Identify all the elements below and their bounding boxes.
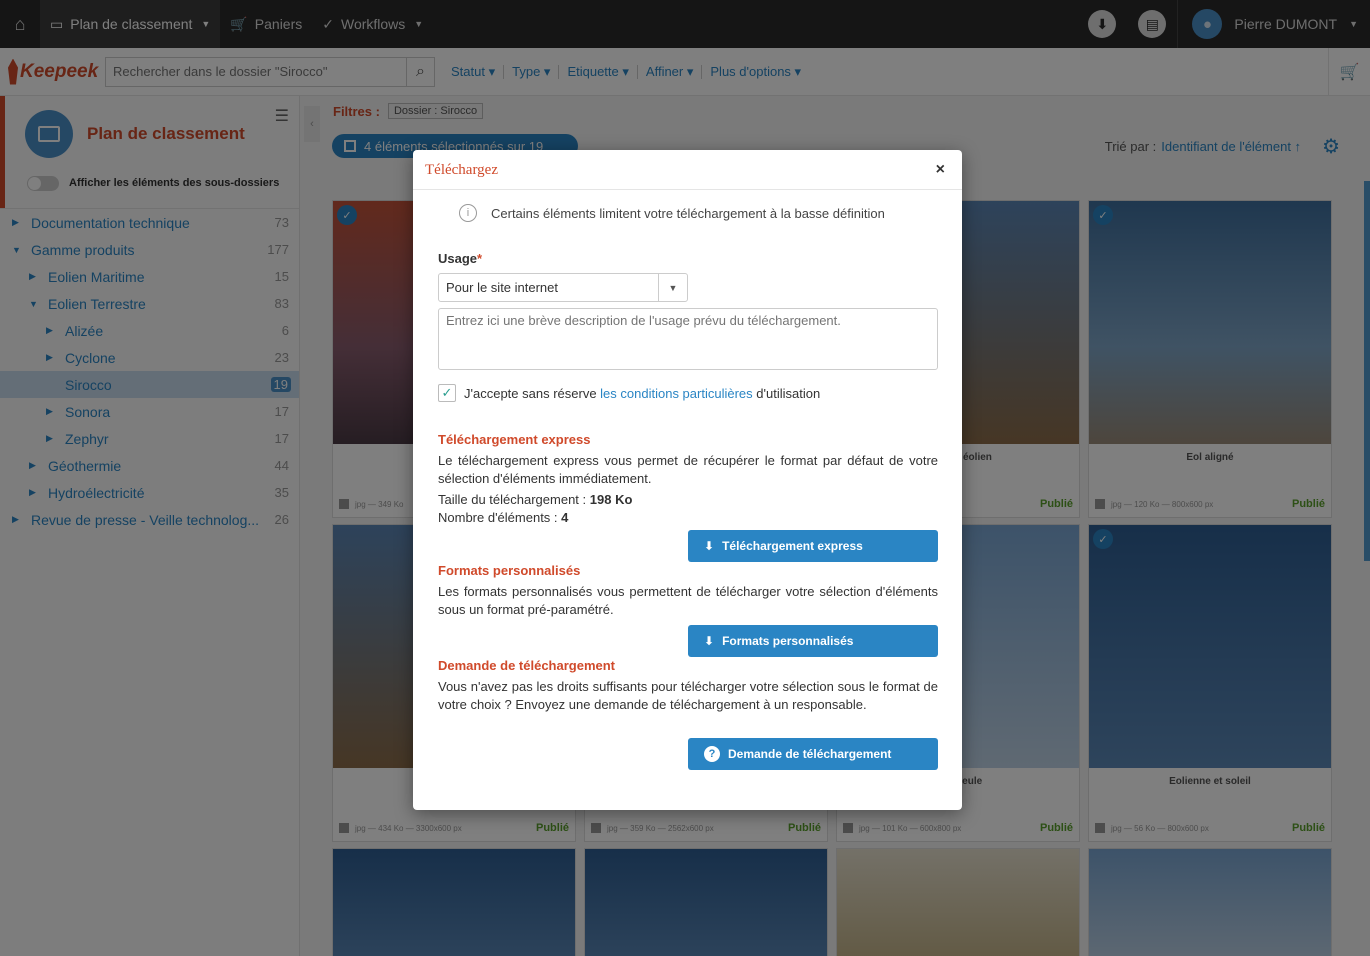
custom-formats-title: Formats personnalisés bbox=[438, 563, 581, 578]
request-title: Demande de téléchargement bbox=[438, 658, 616, 673]
usage-description-field[interactable] bbox=[438, 308, 938, 370]
info-icon: i bbox=[459, 204, 477, 222]
express-text: Le téléchargement express vous permet de… bbox=[438, 453, 938, 486]
download-request-button[interactable]: ? Demande de téléchargement bbox=[688, 738, 938, 770]
modal-title: Téléchargez bbox=[425, 162, 499, 178]
accept-conditions: ✓ J'accepte sans réserve les conditions … bbox=[438, 384, 820, 402]
usage-select[interactable]: Pour le site internet ▼ bbox=[438, 273, 688, 302]
download-size: Taille du téléchargement : 198 Ko bbox=[438, 492, 633, 507]
custom-formats-button[interactable]: ⬇ Formats personnalisés bbox=[688, 625, 938, 657]
express-download-button[interactable]: ⬇ Téléchargement express bbox=[688, 530, 938, 562]
download-icon: ⬇ bbox=[704, 634, 715, 648]
express-title: Téléchargement express bbox=[438, 432, 591, 447]
usage-label: Usage* bbox=[438, 251, 483, 266]
info-message: i Certains éléments limitent votre téléc… bbox=[459, 204, 885, 222]
request-text: Vous n'avez pas les droits suffisants po… bbox=[438, 679, 938, 712]
conditions-link[interactable]: les conditions particulières bbox=[600, 386, 752, 401]
accept-checkbox[interactable]: ✓ bbox=[438, 384, 456, 402]
modal-header: Téléchargez × bbox=[413, 150, 962, 190]
question-icon: ? bbox=[704, 746, 720, 762]
download-icon: ⬇ bbox=[704, 539, 715, 553]
custom-formats-text: Les formats personnalisés vous permetten… bbox=[438, 584, 938, 617]
element-count: Nombre d'éléments : 4 bbox=[438, 510, 569, 525]
close-icon[interactable]: × bbox=[936, 161, 945, 179]
chevron-down-icon[interactable]: ▼ bbox=[658, 274, 687, 301]
download-modal: Téléchargez × i Certains éléments limite… bbox=[413, 150, 962, 810]
